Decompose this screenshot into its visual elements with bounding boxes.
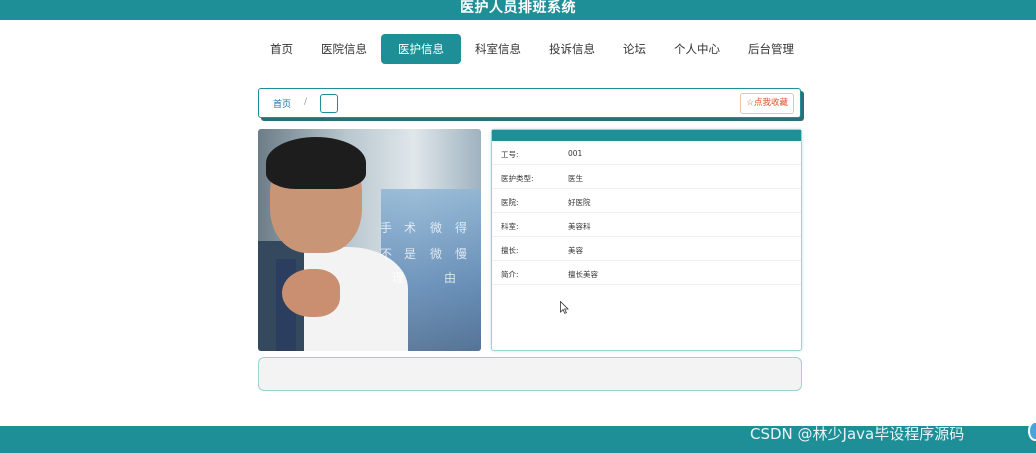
main-nav: 首页 医院信息 医护信息 科室信息 投诉信息 论坛 个人中心 后台管理	[256, 34, 808, 64]
photo-overlay-char: 不	[380, 247, 393, 261]
detail-key: 擅长:	[501, 246, 519, 255]
detail-row-specialty: 擅长: 美容	[492, 237, 801, 261]
photo-overlay-char: 手	[380, 221, 393, 235]
nav-item-admin[interactable]: 后台管理	[734, 34, 808, 64]
nav-item-forum[interactable]: 论坛	[609, 34, 660, 64]
breadcrumb-home-link[interactable]: 首页	[273, 97, 291, 110]
photo-overlay-char: 慢	[455, 247, 468, 261]
photo-overlay-char: 微	[430, 247, 443, 261]
mouse-cursor-icon	[560, 301, 569, 314]
detail-panel-header	[492, 130, 801, 141]
detail-key: 医院:	[501, 198, 519, 207]
csdn-watermark: CSDN @林少Java毕设程序源码	[750, 425, 965, 443]
content-box	[258, 357, 802, 391]
nav-item-department-info[interactable]: 科室信息	[461, 34, 535, 64]
detail-value: 美容	[568, 246, 583, 255]
favorite-button[interactable]: ☆点我收藏	[740, 93, 794, 114]
staff-photo: 手 术 微 得 不 是 微 慢 理 由	[258, 129, 481, 351]
detail-key: 科室:	[501, 222, 519, 231]
photo-overlay-char: 理	[392, 271, 405, 285]
detail-row-hospital: 医院: 好医院	[492, 189, 801, 213]
detail-row-department: 科室: 美容科	[492, 213, 801, 237]
nav-item-medical-staff-info[interactable]: 医护信息	[381, 34, 461, 64]
photo-hair	[266, 137, 366, 189]
detail-row-staff-type: 医护类型: 医生	[492, 165, 801, 189]
detail-value: 001	[568, 149, 583, 158]
photo-overlay-char: 术	[404, 221, 417, 235]
detail-value: 医生	[568, 174, 583, 183]
detail-key: 医护类型:	[501, 174, 534, 183]
detail-value: 好医院	[568, 198, 591, 207]
nav-item-hospital-info[interactable]: 医院信息	[307, 34, 381, 64]
staff-detail-panel: 工号: 001 医护类型: 医生 医院: 好医院 科室: 美容科 擅长: 美容 …	[491, 129, 802, 351]
photo-overlay-char: 是	[404, 247, 417, 261]
breadcrumb-separator: /	[304, 97, 308, 107]
photo-overlay-char: 微	[430, 221, 443, 235]
nav-item-complaint-info[interactable]: 投诉信息	[535, 34, 609, 64]
photo-hand	[282, 269, 340, 317]
nav-item-home[interactable]: 首页	[256, 34, 307, 64]
system-title: 医护人员排班系统	[460, 0, 576, 16]
watermark-logo-icon	[1028, 421, 1036, 441]
top-header-bar: 医护人员排班系统	[0, 0, 1036, 20]
breadcrumb-bar: 首页 / ☆点我收藏	[258, 88, 801, 118]
photo-overlay-char: 由	[444, 271, 457, 285]
detail-key: 简介:	[501, 270, 519, 279]
detail-row-staff-id: 工号: 001	[492, 141, 801, 165]
detail-row-intro: 简介: 擅长美容	[492, 261, 801, 285]
detail-value: 擅长美容	[568, 270, 598, 279]
photo-overlay-char: 得	[455, 221, 468, 235]
detail-key: 工号:	[501, 150, 519, 159]
detail-value: 美容科	[568, 222, 591, 231]
nav-item-personal-center[interactable]: 个人中心	[660, 34, 734, 64]
breadcrumb-current	[320, 94, 338, 113]
